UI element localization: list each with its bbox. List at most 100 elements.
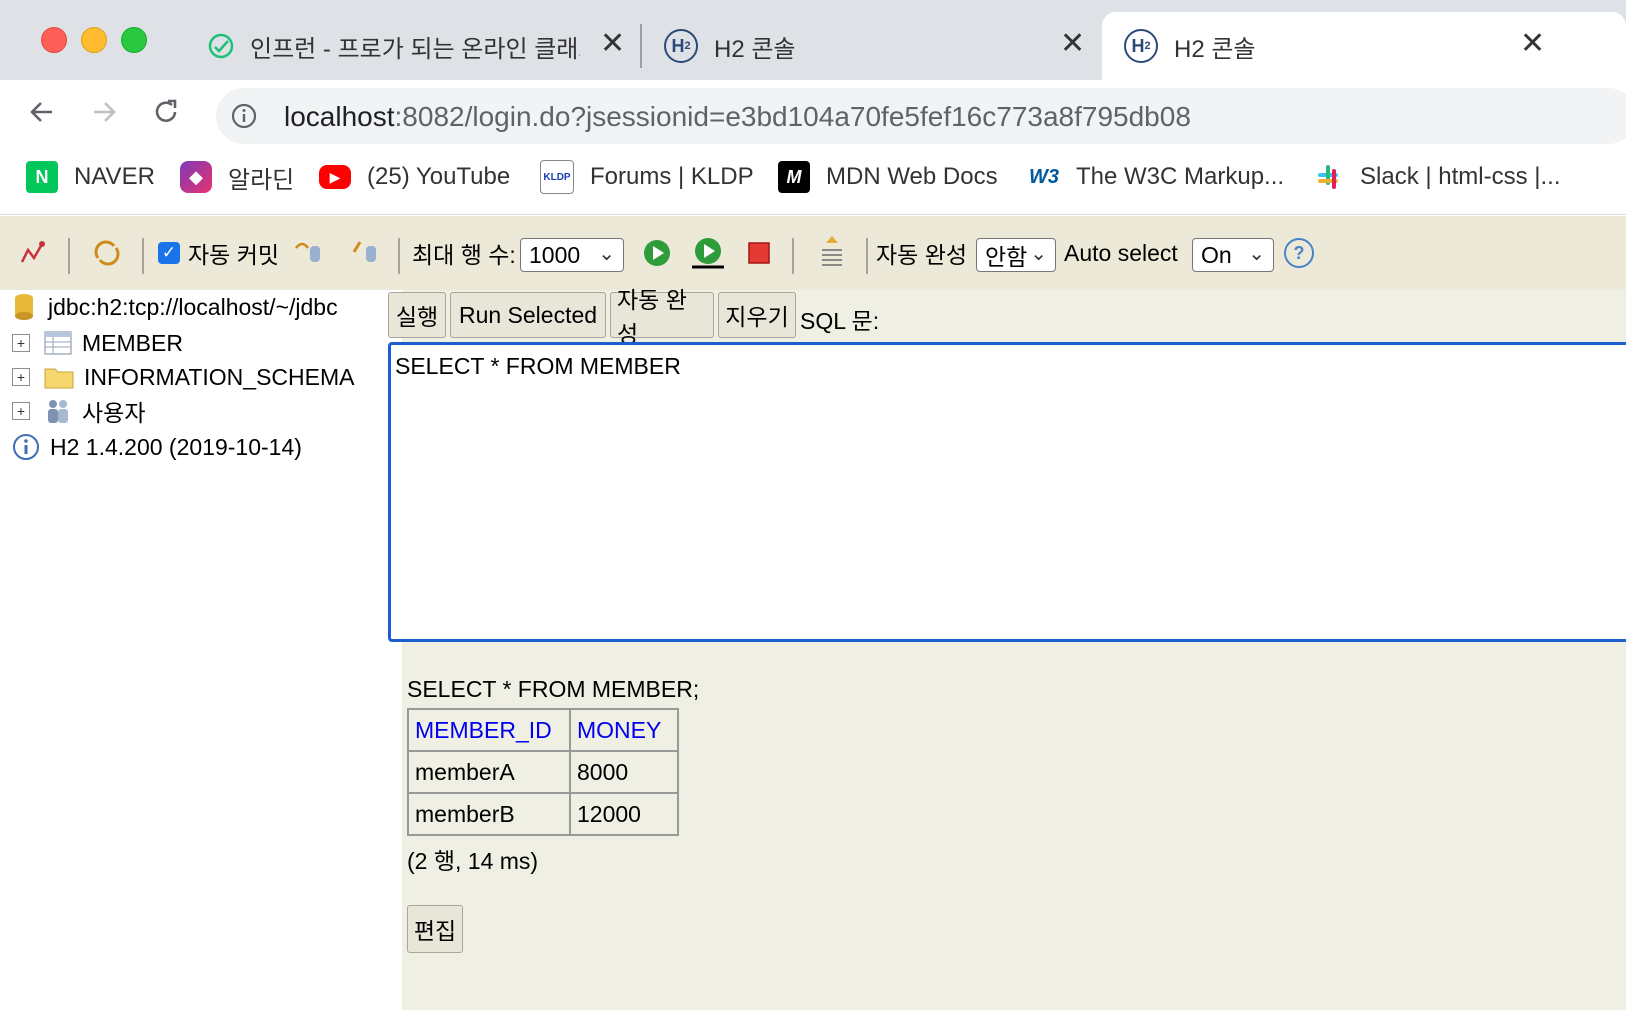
close-icon[interactable]: ✕ xyxy=(1060,26,1085,61)
column-header[interactable]: MEMBER_ID xyxy=(407,708,571,752)
address-bar[interactable]: localhost:8082/login.do?jsessionid=e3bd1… xyxy=(216,88,1626,144)
window-minimize-button[interactable] xyxy=(81,27,107,53)
max-rows-value: 1000 xyxy=(529,241,581,268)
browser-tab-strip: 인프런 - 프로가 되는 온라인 클래스 | ✕ H2 H2 콘솔 ✕ H2 H… xyxy=(0,0,1626,80)
close-icon[interactable]: ✕ xyxy=(1520,26,1545,61)
schema-tree: jdbc:h2:tcp://localhost/~/jdbc + MEMBER … xyxy=(0,290,402,1010)
run-button[interactable]: 실행 xyxy=(388,292,446,338)
refresh-icon xyxy=(94,240,120,266)
max-rows-select[interactable]: 1000 ⌄ xyxy=(520,238,624,272)
tree-item-label: INFORMATION_SCHEMA xyxy=(84,363,355,390)
stop-icon xyxy=(748,242,770,264)
refresh-button[interactable] xyxy=(92,234,122,272)
autocommit-toggle[interactable]: ✓ 자동 커밋 xyxy=(158,234,279,272)
naver-icon: N xyxy=(26,161,58,193)
toolbar-separator xyxy=(866,238,868,274)
autocomplete-button[interactable]: 자동 완성 xyxy=(610,287,714,347)
info-icon[interactable] xyxy=(230,102,258,130)
tab-h2-console-active[interactable]: H2 H2 콘솔 ✕ xyxy=(1102,12,1626,80)
disconnect-button[interactable] xyxy=(18,234,48,272)
run-selected-button-icon[interactable] xyxy=(690,234,726,272)
run-button-icon-wrap[interactable] xyxy=(642,234,672,272)
result-query: SELECT * FROM MEMBER; xyxy=(407,676,700,702)
bookmark-label: NAVER xyxy=(74,163,155,190)
h2-toolbar: ✓ 자동 커밋 최대 행 수: 1000 ⌄ 자동 완성 안함 ⌄ Auto s… xyxy=(0,216,1626,290)
bookmark-w3c[interactable]: W3 The W3C Markup... xyxy=(1028,160,1284,194)
bookmark-label: Forums | KLDP xyxy=(590,163,754,190)
autocomplete-label: 자동 완성 xyxy=(876,242,968,268)
window-close-button[interactable] xyxy=(41,27,67,53)
forward-button[interactable] xyxy=(84,92,124,132)
tab-inflearn[interactable]: 인프런 - 프로가 되는 온라인 클래스 | ✕ xyxy=(200,12,640,80)
disconnect-icon xyxy=(20,241,45,263)
edit-button[interactable]: 편집 xyxy=(407,905,463,953)
sql-statement-label: SQL 문: xyxy=(800,308,880,334)
arrow-right-icon xyxy=(94,102,116,122)
bookmark-mdn[interactable]: M MDN Web Docs xyxy=(778,160,998,194)
max-rows-label: 최대 행 수: xyxy=(412,242,516,268)
result-table: MEMBER_ID MONEY memberA 8000 memberB 120… xyxy=(407,708,679,836)
reload-button[interactable] xyxy=(146,92,186,132)
tree-item-member[interactable]: + MEMBER xyxy=(12,326,183,360)
bookmarks-bar: N NAVER ◆ 알라딘 ▶ (25) YouTube KLDP Forums… xyxy=(0,144,1626,215)
column-header[interactable]: MONEY xyxy=(569,708,679,752)
rollback-button[interactable] xyxy=(292,234,324,272)
bookmark-label: The W3C Markup... xyxy=(1076,163,1285,190)
autocommit-label: 자동 커밋 xyxy=(188,242,280,268)
window-zoom-button[interactable] xyxy=(121,27,147,53)
expand-icon[interactable]: + xyxy=(12,402,30,420)
result-meta: (2 행, 14 ms) xyxy=(407,848,539,874)
chevron-down-icon: ⌄ xyxy=(598,243,615,265)
tree-item-users[interactable]: + 사용자 xyxy=(12,394,145,428)
tree-version: H2 1.4.200 (2019-10-14) xyxy=(12,430,302,464)
url-text: localhost:8082/login.do?jsessionid=e3bd1… xyxy=(284,101,1191,133)
toolbar-separator xyxy=(398,238,400,274)
auto-select-select[interactable]: On ⌄ xyxy=(1192,238,1274,272)
autocomplete-select[interactable]: 안함 ⌄ xyxy=(976,238,1056,272)
bookmark-aladin[interactable]: ◆ 알라딘 xyxy=(180,160,294,194)
expand-icon[interactable]: + xyxy=(12,334,30,352)
table-header-row: MEMBER_ID MONEY xyxy=(407,708,679,752)
close-icon[interactable]: ✕ xyxy=(600,26,625,61)
database-icon xyxy=(15,294,33,320)
chevron-down-icon: ⌄ xyxy=(1248,243,1265,265)
run-icon xyxy=(644,240,670,266)
commit-button[interactable] xyxy=(350,234,380,272)
rollback-icon xyxy=(295,242,320,262)
bookmark-kldp[interactable]: KLDP Forums | KLDP xyxy=(540,160,754,194)
tree-item-information-schema[interactable]: + INFORMATION_SCHEMA xyxy=(12,360,354,394)
info-icon xyxy=(13,434,39,460)
tab-separator xyxy=(640,24,642,68)
tab-title: H2 콘솔 xyxy=(1174,35,1256,63)
folder-icon xyxy=(44,368,74,389)
bookmark-youtube[interactable]: ▶ (25) YouTube xyxy=(319,160,510,194)
arrow-left-icon xyxy=(30,102,52,122)
tab-h2-console[interactable]: H2 H2 콘솔 ✕ xyxy=(660,12,1100,80)
bookmark-label: Slack | html-css |... xyxy=(1360,163,1561,190)
run-selected-button[interactable]: Run Selected xyxy=(450,292,606,338)
back-button[interactable] xyxy=(22,92,62,132)
users-icon xyxy=(48,400,68,423)
sql-editor[interactable]: SELECT * FROM MEMBER xyxy=(388,342,1626,642)
bookmark-slack[interactable]: Slack | html-css |... xyxy=(1312,160,1561,194)
tree-item-label: MEMBER xyxy=(82,329,183,356)
help-button[interactable]: ? xyxy=(1284,234,1314,272)
tree-connection[interactable]: jdbc:h2:tcp://localhost/~/jdbc xyxy=(12,290,338,324)
history-button[interactable] xyxy=(818,234,846,272)
stop-button[interactable] xyxy=(746,234,772,272)
tree-item-label: 사용자 xyxy=(82,400,146,426)
expand-icon[interactable]: + xyxy=(12,368,30,386)
table-cell: memberA xyxy=(407,750,571,794)
clear-button[interactable]: 지우기 xyxy=(718,292,796,338)
bookmark-label: (25) YouTube xyxy=(367,163,511,190)
table-row: memberB 12000 xyxy=(407,792,679,836)
youtube-icon: ▶ xyxy=(319,165,351,189)
kldp-icon: KLDP xyxy=(540,160,574,194)
inflearn-icon xyxy=(208,33,234,59)
bookmark-label: MDN Web Docs xyxy=(826,163,998,190)
bookmark-naver[interactable]: N NAVER xyxy=(26,160,155,194)
autocommit-checkbox[interactable]: ✓ xyxy=(158,242,180,264)
run-selected-icon xyxy=(692,238,724,269)
history-icon xyxy=(822,236,842,266)
aladin-icon: ◆ xyxy=(180,161,212,193)
